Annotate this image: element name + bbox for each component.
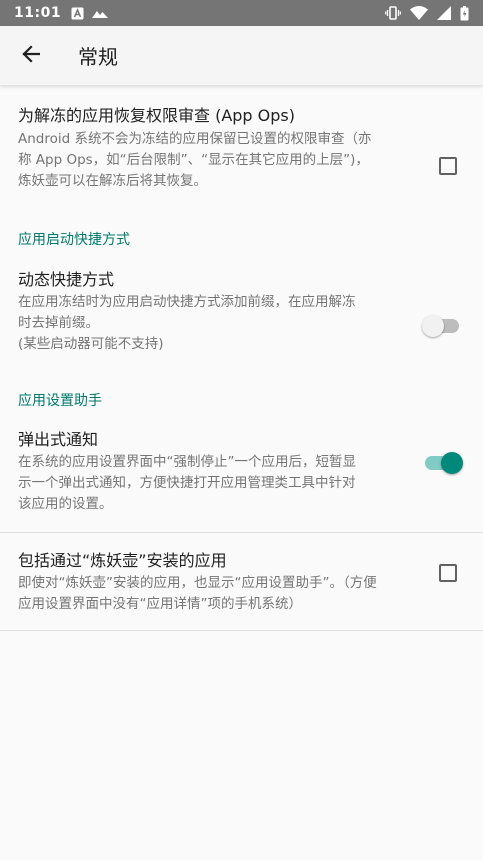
back-button[interactable]	[15, 40, 47, 72]
font-a-icon	[71, 7, 84, 20]
pref-summary: 即使对“炼妖壶”安装的应用，也显示“应用设置助手”。（方便 应用设置界面中没有“…	[18, 573, 413, 615]
status-time: 11:01	[14, 5, 62, 21]
pref-dynamic-shortcut[interactable]: 动态快捷方式 在应用冻结时为应用启动快捷方式添加前缀，在应用解冻 时去掉前缀。 …	[0, 269, 483, 355]
category-launch-shortcuts: 应用启动快捷方式	[18, 232, 130, 248]
pref-summary: 在应用冻结时为应用启动快捷方式添加前缀，在应用解冻 时去掉前缀。 (某些启动器可…	[18, 292, 413, 355]
pref-title: 弹出式通知	[18, 430, 99, 449]
pref-popup-notification[interactable]: 弹出式通知 在系统的应用设置界面中“强制停止”一个应用后，短暂显 示一个弹出式通…	[0, 429, 483, 515]
vibrate-icon	[385, 5, 401, 21]
app-bar: 常规	[0, 26, 483, 86]
battery-icon	[460, 5, 469, 21]
summary-line: 应用设置界面中没有“应用详情”项的手机系统）	[18, 596, 302, 612]
pref-title: 为解冻的应用恢复权限审查 (App Ops)	[18, 106, 296, 125]
pref-title: 动态快捷方式	[18, 270, 115, 289]
pref-include-installed[interactable]: 包括通过“炼妖壶”安装的应用 即使对“炼妖壶”安装的应用，也显示“应用设置助手”…	[0, 550, 483, 615]
category-settings-helper: 应用设置助手	[18, 393, 102, 409]
summary-line: Android 系统不会为冻结的应用保留已设置的权限审查（亦	[18, 131, 372, 147]
pref-restore-app-ops[interactable]: 为解冻的应用恢复权限审查 (App Ops) Android 系统不会为冻结的应…	[0, 105, 483, 192]
summary-line: 示一个弹出式通知，方便快捷打开应用管理类工具中针对	[18, 475, 356, 491]
pref-summary: 在系统的应用设置界面中“强制停止”一个应用后，短暂显 示一个弹出式通知，方便快捷…	[18, 452, 413, 515]
summary-line: 时去掉前缀。	[18, 315, 99, 331]
summary-line: 在应用冻结时为应用启动快捷方式添加前缀，在应用解冻	[18, 294, 356, 310]
signal-icon	[437, 6, 451, 20]
switch-thumb	[422, 315, 444, 337]
status-right-icons	[385, 5, 469, 21]
restore-app-ops-checkbox[interactable]	[439, 157, 457, 175]
page-title: 常规	[78, 45, 118, 69]
photo-icon	[92, 7, 109, 19]
arrow-back-icon	[22, 44, 41, 67]
summary-line: 炼妖壶可以在解冻后将其恢复。	[18, 173, 207, 189]
status-left-icons	[71, 7, 109, 20]
popup-notification-switch[interactable]	[423, 451, 463, 475]
switch-thumb	[441, 452, 463, 474]
summary-line: 即使对“炼妖壶”安装的应用，也显示“应用设置助手”。（方便	[18, 575, 377, 591]
pref-title: 包括通过“炼妖壶”安装的应用	[18, 551, 227, 570]
include-installed-checkbox[interactable]	[439, 564, 457, 582]
divider	[0, 630, 483, 631]
summary-line: 在系统的应用设置界面中“强制停止”一个应用后，短暂显	[18, 454, 356, 470]
pref-summary: Android 系统不会为冻结的应用保留已设置的权限审查（亦 称 App Ops…	[18, 129, 413, 192]
wifi-icon	[410, 6, 428, 20]
dynamic-shortcut-switch[interactable]	[422, 314, 461, 338]
summary-line: (某些启动器可能不支持)	[18, 336, 164, 352]
divider	[0, 532, 483, 533]
summary-line: 该应用的设置。	[18, 496, 113, 512]
status-bar: 11:01	[0, 0, 483, 26]
summary-line: 称 App Ops，如“后台限制”、“显示在其它应用的上层”)，	[18, 152, 369, 168]
